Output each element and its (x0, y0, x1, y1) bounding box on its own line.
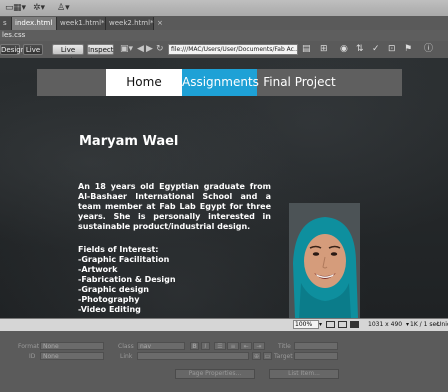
class-label: Class (118, 343, 134, 350)
application-toolbar: ▭ ▦▾ ✲▾ ♙▾ (0, 0, 448, 17)
inspect-button[interactable]: Inspect (87, 44, 114, 55)
chevron-down-icon: ▾ (406, 321, 410, 328)
tab-partial[interactable]: s (0, 17, 12, 30)
visual-aids-icon[interactable]: ⊡ (388, 44, 396, 55)
target-select[interactable] (294, 352, 338, 360)
tablet-size-icon[interactable] (338, 321, 347, 328)
tab-week1-html[interactable]: week1.html* (57, 17, 106, 30)
inspect-mode-icon[interactable]: ▣▾ (120, 44, 133, 55)
format-label: Format (18, 343, 40, 350)
interests-title: Fields of Interest: (78, 245, 159, 254)
outdent-icon[interactable]: ⇤ (240, 342, 252, 350)
list-item: -Fabrication & Design (78, 275, 176, 284)
list-item-button[interactable]: List Item... (269, 369, 339, 379)
properties-panel: Format None Class nav B I ☰ ≡ ⇤ ⇥ Title … (0, 331, 448, 392)
w3c-validation-icon[interactable]: ✓ (372, 44, 380, 55)
title-label: Title (278, 343, 291, 350)
document-tabs: s index.html week1.html* week2.html* × (0, 16, 448, 31)
bold-button[interactable]: B (190, 342, 199, 350)
design-view[interactable]: Home Assignments Final Project Maryam Wa… (0, 58, 448, 318)
unordered-list-icon[interactable]: ☰ (214, 342, 226, 350)
tab-index-html[interactable]: index.html (12, 17, 57, 30)
profile-name: Maryam Wael (79, 134, 179, 149)
related-file-link[interactable]: les.css (2, 31, 25, 39)
profile-bio: An 18 years old Egyptian graduate from A… (78, 182, 271, 231)
page-properties-button[interactable]: Page Properties... (175, 369, 255, 379)
chevron-down-icon[interactable]: ▾ (319, 320, 322, 329)
title-icon[interactable]: ⓘ (424, 44, 433, 55)
window-dimensions[interactable]: 1031 x 490 (368, 320, 402, 329)
browse-icon[interactable]: ▤ (302, 44, 311, 55)
user-icon[interactable]: ♙▾ (57, 3, 70, 13)
point-to-file-icon[interactable]: ⊕ (252, 352, 261, 360)
ordered-list-icon[interactable]: ≡ (227, 342, 239, 350)
italic-button[interactable]: I (201, 342, 210, 350)
link-field[interactable] (137, 352, 249, 360)
nav-final-project-link[interactable]: Final Project (257, 69, 342, 96)
nav-assignments-link[interactable]: Assignments (182, 69, 259, 96)
gear-icon[interactable]: ✲▾ (33, 3, 45, 13)
live-button[interactable]: Live (23, 44, 43, 55)
class-select[interactable]: nav (137, 342, 185, 350)
browse-folder-icon[interactable]: ▭ (263, 352, 272, 360)
address-bar[interactable]: file:///MAC/Users/User/Documents/Fab Ac.… (168, 44, 298, 55)
check-browser-icon[interactable]: ⚑ (404, 44, 412, 55)
multiscreen-icon[interactable]: ⊞ (320, 44, 328, 55)
title-field[interactable] (294, 342, 338, 350)
design-button[interactable]: Design (0, 44, 25, 55)
link-label: Link (120, 353, 133, 360)
preview-icon[interactable]: ◉ (340, 44, 348, 55)
encoding-label: Unic (437, 321, 448, 328)
format-select[interactable]: None (40, 342, 104, 350)
tab-week2-html[interactable]: week2.html* (106, 17, 154, 30)
document-toolbar: Design Live Live Code Inspect ▣▾ ◀ ▶ ↻ f… (0, 41, 448, 65)
status-bar: 100% ▾ 1031 x 490 ▾ 1K / 1 sec Unic (0, 318, 448, 332)
list-item: -Artwork (78, 265, 118, 274)
id-label: ID (29, 353, 36, 360)
close-tab-icon[interactable]: × (154, 17, 166, 30)
site-navbar: Home Assignments Final Project (37, 69, 402, 96)
live-code-button[interactable]: Live Code (52, 44, 84, 65)
interests-list: Fields of Interest: -Graphic Facilitatio… (78, 245, 278, 315)
file-management-icon[interactable]: ⇅ (356, 44, 364, 55)
nav-home-link[interactable]: Home (106, 69, 182, 96)
profile-photo (289, 203, 360, 318)
id-select[interactable]: None (40, 352, 104, 360)
list-item: -Graphic design (78, 285, 149, 294)
back-icon[interactable]: ◀ (137, 44, 144, 55)
download-size: 1K / 1 sec (410, 321, 440, 328)
mobile-size-icon[interactable] (326, 321, 335, 328)
zoom-select[interactable]: 100% (293, 320, 319, 329)
list-item: -Video Editing (78, 305, 141, 314)
desktop-size-icon[interactable] (350, 321, 359, 328)
list-item: -Photography (78, 295, 140, 304)
layout-icon[interactable]: ▦▾ (13, 3, 26, 13)
forward-icon[interactable]: ▶ (146, 44, 153, 55)
indent-icon[interactable]: ⇥ (253, 342, 265, 350)
refresh-icon[interactable]: ↻ (156, 44, 164, 55)
target-label: Target (274, 353, 293, 360)
list-item: -Graphic Facilitation (78, 255, 170, 264)
